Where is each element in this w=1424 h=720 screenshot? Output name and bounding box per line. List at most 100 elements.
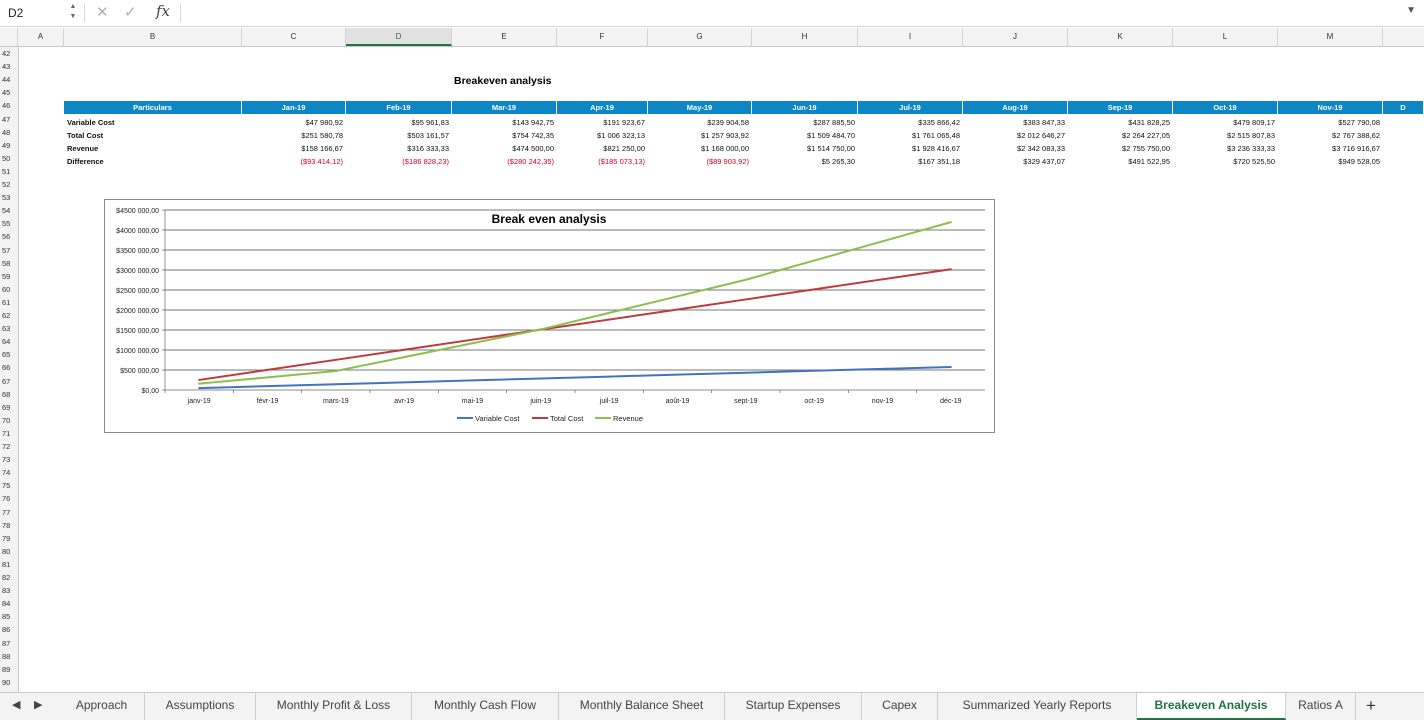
table-cell[interactable]: $949 528,05: [1278, 155, 1383, 168]
data-point[interactable]: [266, 376, 269, 379]
row-header[interactable]: 65: [0, 350, 18, 359]
table-cell[interactable]: $1 168 000,00: [648, 142, 752, 155]
row-label[interactable]: Difference: [64, 155, 242, 168]
sheet-tab[interactable]: Monthly Cash Flow: [412, 693, 559, 720]
table-cell[interactable]: $2 755 750,00: [1068, 142, 1173, 155]
data-point[interactable]: [266, 368, 269, 371]
row-label[interactable]: Revenue: [64, 142, 242, 155]
table-cell[interactable]: $251 580,78: [242, 129, 346, 142]
column-header[interactable]: K: [1068, 28, 1173, 46]
scroll-left-icon[interactable]: ◀: [12, 698, 20, 711]
row-header[interactable]: 56: [0, 232, 18, 241]
table-header-cell[interactable]: Feb-19: [346, 101, 452, 114]
table-cell[interactable]: $143 942,75: [452, 116, 557, 129]
table-cell[interactable]: $1 928 416,67: [858, 142, 963, 155]
data-point[interactable]: [881, 367, 884, 370]
data-point[interactable]: [334, 358, 337, 361]
row-header[interactable]: 70: [0, 416, 18, 425]
check-icon[interactable]: ✓: [124, 3, 137, 21]
row-header[interactable]: 88: [0, 652, 18, 661]
table-cell[interactable]: $479 809,17: [1173, 116, 1278, 129]
row-header[interactable]: 83: [0, 586, 18, 595]
sheet-tab[interactable]: Monthly Profit & Loss: [256, 693, 412, 720]
data-point[interactable]: [266, 385, 269, 388]
data-point[interactable]: [403, 356, 406, 359]
table-cell[interactable]: $491 522,95: [1068, 155, 1173, 168]
data-point[interactable]: [334, 370, 337, 373]
data-point[interactable]: [676, 308, 679, 311]
row-header[interactable]: 78: [0, 521, 18, 530]
column-header[interactable]: L: [1173, 28, 1278, 46]
column-header[interactable]: B: [64, 28, 242, 46]
table-cell[interactable]: $821 250,00: [557, 142, 648, 155]
row-header[interactable]: 53: [0, 193, 18, 202]
table-header-cell[interactable]: Sep-19: [1068, 101, 1173, 114]
chevron-down-icon[interactable]: ▼: [1406, 5, 1416, 16]
column-header[interactable]: I: [858, 28, 963, 46]
data-point[interactable]: [676, 373, 679, 376]
data-point[interactable]: [949, 221, 952, 224]
name-box-stepper-icon[interactable]: ▲ ▼: [68, 2, 78, 24]
data-point[interactable]: [676, 295, 679, 298]
table-cell[interactable]: $1 509 484,70: [752, 129, 858, 142]
row-header[interactable]: 87: [0, 639, 18, 648]
table-cell[interactable]: $383 847,33: [963, 116, 1068, 129]
table-cell[interactable]: $3 236 333,33: [1173, 142, 1278, 155]
sheet-tab[interactable]: Assumptions: [145, 693, 256, 720]
table-header-cell[interactable]: May-19: [648, 101, 752, 114]
table-cell[interactable]: $527 790,08: [1278, 116, 1383, 129]
table-cell[interactable]: $2 515 807,83: [1173, 129, 1278, 142]
row-header[interactable]: 85: [0, 612, 18, 621]
table-cell[interactable]: $720 525,50: [1173, 155, 1278, 168]
row-header[interactable]: 90: [0, 678, 18, 687]
sheet-tab[interactable]: Monthly Balance Sheet: [559, 693, 725, 720]
close-icon[interactable]: ✕: [96, 3, 109, 21]
row-header[interactable]: 79: [0, 534, 18, 543]
row-header[interactable]: 72: [0, 442, 18, 451]
table-cell[interactable]: $1 514 750,00: [752, 142, 858, 155]
data-point[interactable]: [813, 369, 816, 372]
column-header[interactable]: E: [452, 28, 557, 46]
row-header[interactable]: 61: [0, 298, 18, 307]
table-cell[interactable]: $239 904,58: [648, 116, 752, 129]
data-point[interactable]: [881, 240, 884, 243]
fx-icon[interactable]: fx: [156, 2, 170, 20]
table-header-cell[interactable]: D: [1383, 101, 1424, 114]
column-header[interactable]: H: [752, 28, 858, 46]
row-header[interactable]: 55: [0, 219, 18, 228]
table-cell[interactable]: $1 006 323,13: [557, 129, 648, 142]
data-point[interactable]: [949, 365, 952, 368]
table-header-cell[interactable]: Mar-19: [452, 101, 557, 114]
row-header[interactable]: 63: [0, 324, 18, 333]
table-cell[interactable]: $5 265,30: [752, 155, 858, 168]
row-header[interactable]: 47: [0, 115, 18, 124]
data-point[interactable]: [334, 383, 337, 386]
row-header[interactable]: 42: [0, 49, 18, 58]
row-header[interactable]: 46: [0, 101, 18, 110]
data-point[interactable]: [813, 259, 816, 262]
row-header[interactable]: 67: [0, 377, 18, 386]
sheet-tab[interactable]: Approach: [59, 693, 145, 720]
table-cell[interactable]: $1 761 065,48: [858, 129, 963, 142]
row-header[interactable]: 58: [0, 259, 18, 268]
row-header[interactable]: 66: [0, 363, 18, 372]
data-point[interactable]: [198, 387, 201, 390]
data-point[interactable]: [471, 342, 474, 345]
table-cell[interactable]: $503 161,57: [346, 129, 452, 142]
table-cell[interactable]: $2 342 083,33: [963, 142, 1068, 155]
series-line[interactable]: [199, 268, 951, 381]
row-header[interactable]: 52: [0, 180, 18, 189]
table-cell[interactable]: ($93 414,12): [242, 155, 346, 168]
table-header-cell[interactable]: Apr-19: [557, 101, 648, 114]
table-cell[interactable]: ($280 242,35): [452, 155, 557, 168]
row-header[interactable]: 62: [0, 311, 18, 320]
row-header[interactable]: 60: [0, 285, 18, 294]
table-cell[interactable]: $167 351,18: [858, 155, 963, 168]
data-point[interactable]: [403, 381, 406, 384]
row-header[interactable]: 59: [0, 272, 18, 281]
data-point[interactable]: [744, 371, 747, 374]
table-cell[interactable]: ($89 903,92): [648, 155, 752, 168]
column-header[interactable]: M: [1278, 28, 1383, 46]
row-header[interactable]: 49: [0, 141, 18, 150]
table-cell[interactable]: $2 264 227,05: [1068, 129, 1173, 142]
